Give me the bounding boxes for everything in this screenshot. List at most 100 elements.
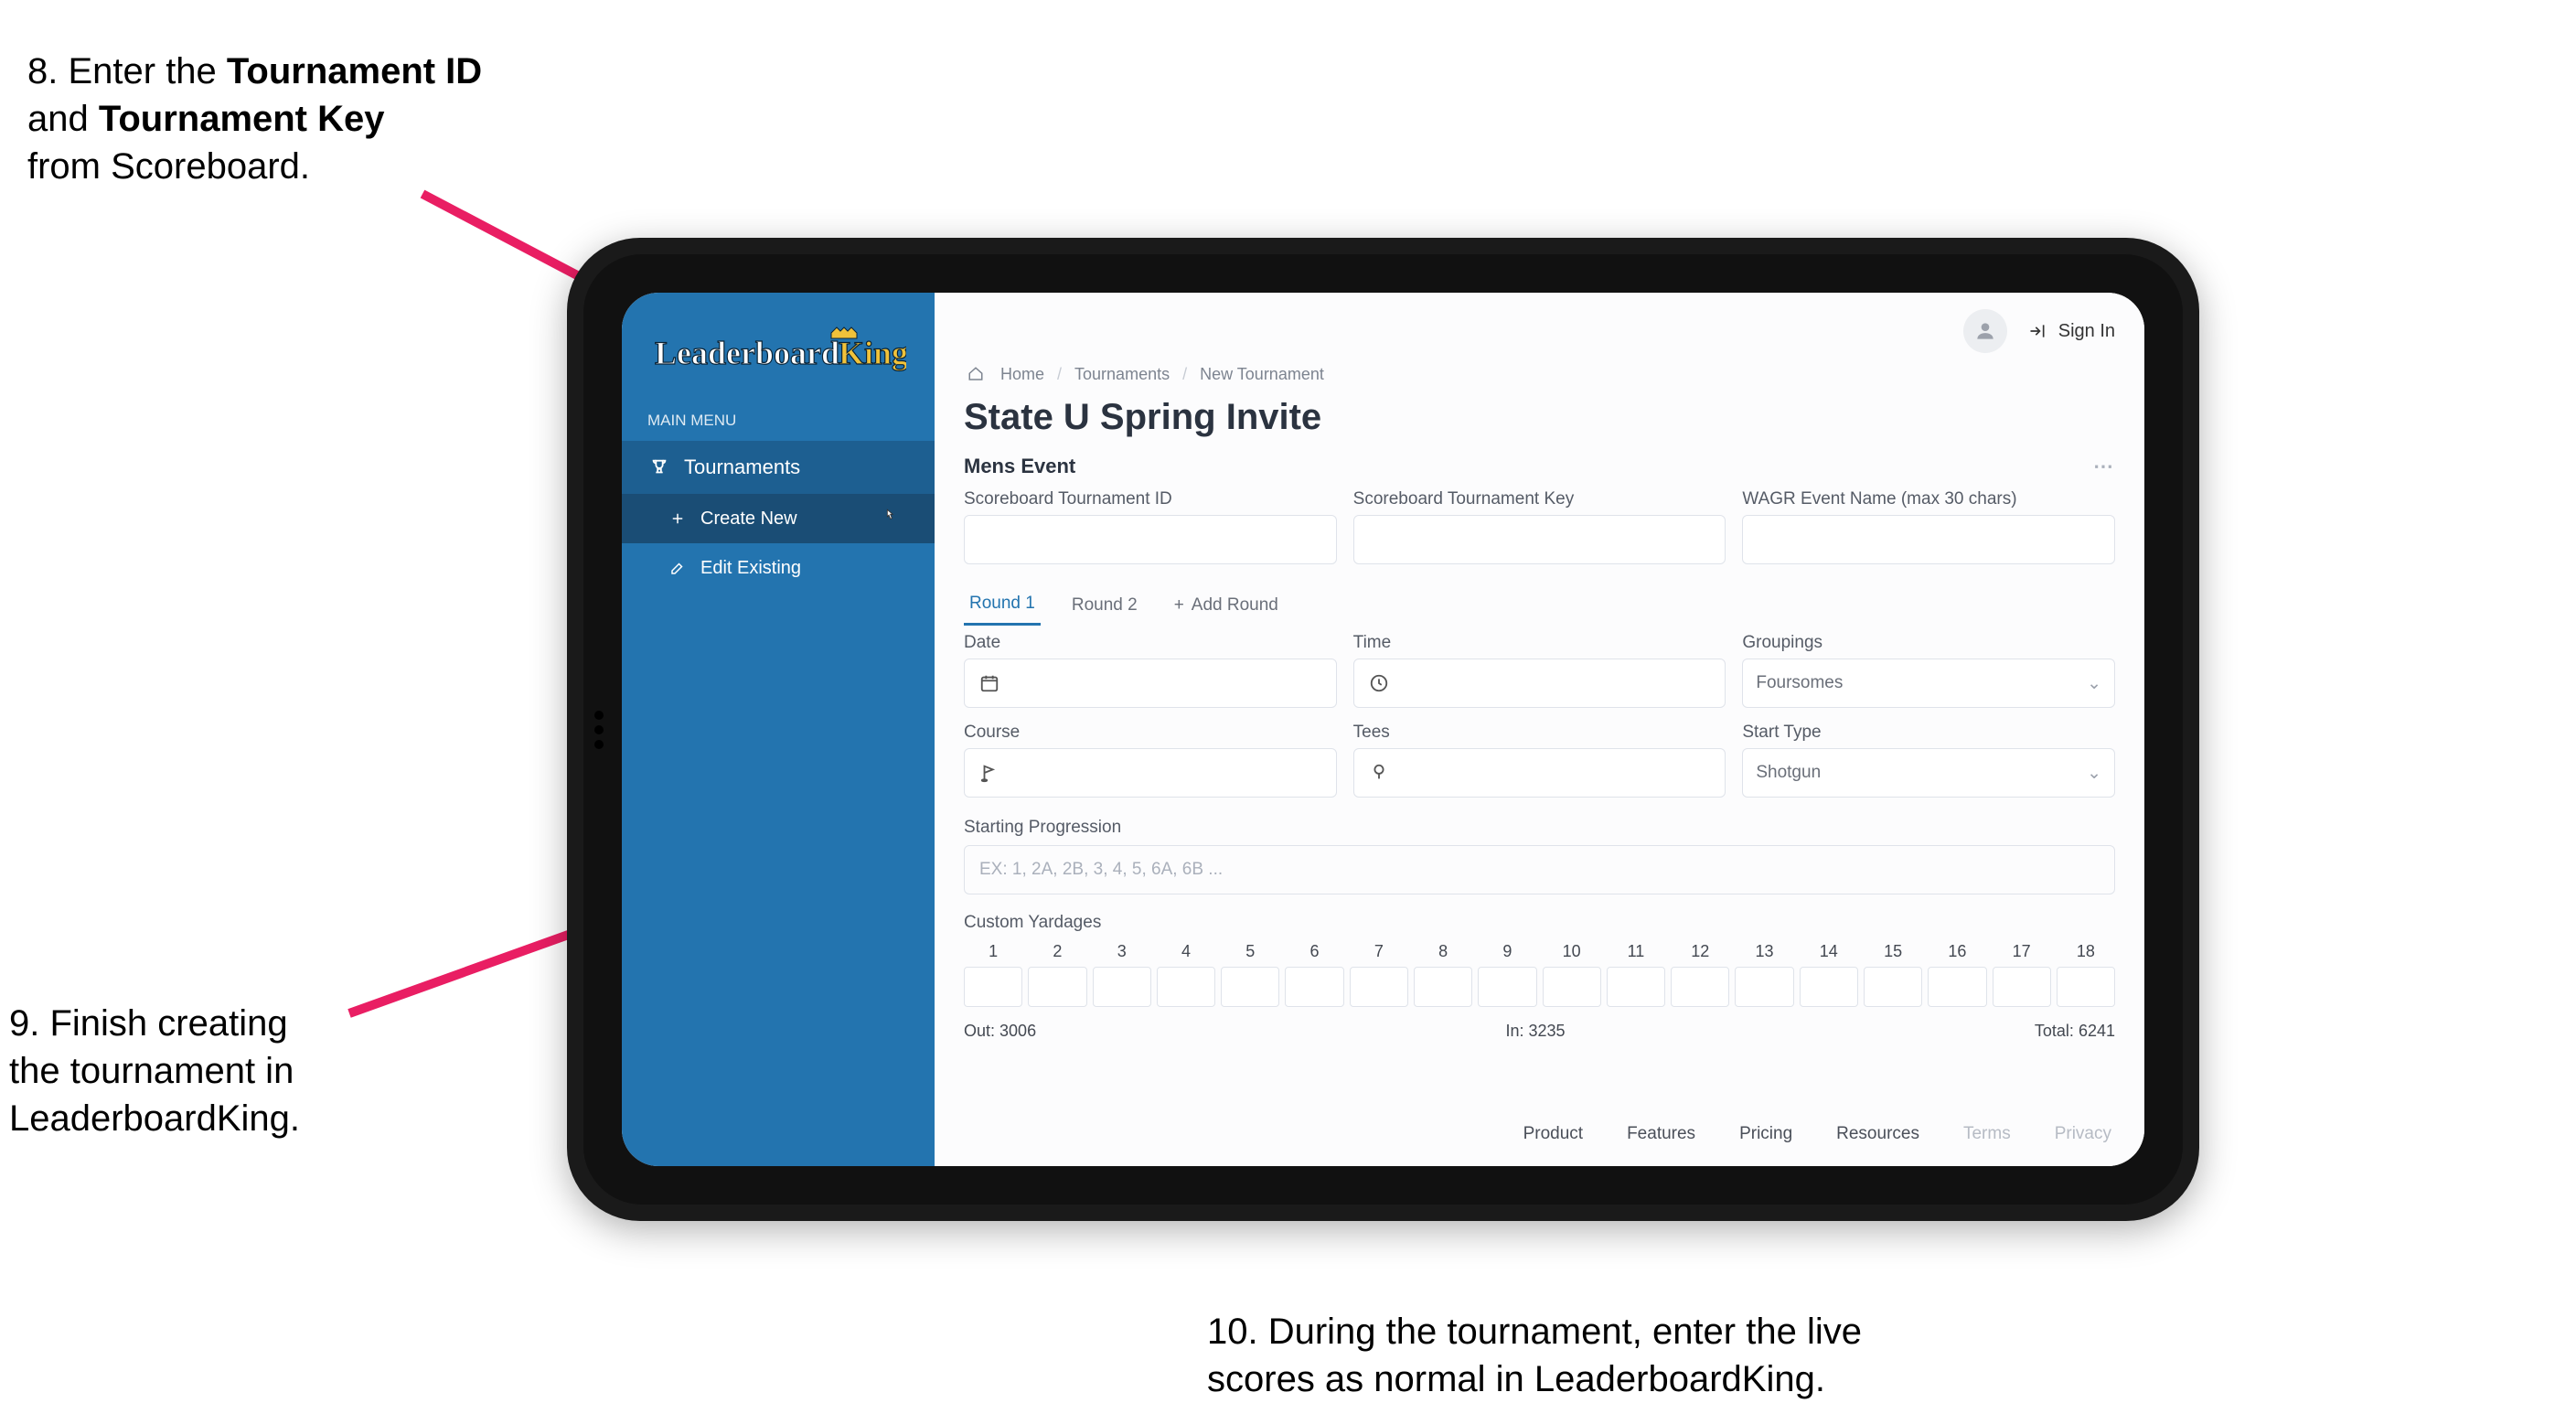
calendar-icon [978,671,1001,695]
yardage-input[interactable] [1735,967,1793,1007]
sidebar: Leaderboard King MAIN MENU Tournaments [622,293,935,1166]
yardage-cell: 3 [1093,942,1151,1007]
yardage-input[interactable] [964,967,1022,1007]
breadcrumb-home[interactable]: Home [1000,365,1044,384]
tab-round-2[interactable]: Round 2 [1066,586,1143,625]
tees-input[interactable] [1353,748,1726,798]
hole-number: 4 [1181,942,1191,961]
tab-round-1[interactable]: Round 1 [964,584,1041,626]
home-icon[interactable] [964,362,988,386]
chevron-down-icon: ⌄ [2087,673,2101,694]
sidebar-menu-label: MAIN MENU [622,404,935,441]
breadcrumb: Home / Tournaments / New Tournament [935,359,2144,393]
date-input[interactable] [964,659,1337,708]
tablet-frame: Leaderboard King MAIN MENU Tournaments [567,238,2199,1221]
starting-progression-label: Starting Progression [964,818,1121,837]
yardage-cell: 9 [1478,942,1536,1007]
annotation-step-10: 10. During the tournament, enter the liv… [1207,1308,1862,1403]
course-input[interactable] [964,748,1337,798]
sb-id-input[interactable] [964,515,1337,564]
yardage-cell: 8 [1414,942,1472,1007]
start-type-select[interactable]: Shotgun ⌄ [1742,748,2115,798]
footer-pricing[interactable]: Pricing [1739,1124,1792,1144]
yardage-cell: 2 [1028,942,1086,1007]
yardage-input[interactable] [1350,967,1408,1007]
yardage-input[interactable] [1928,967,1986,1007]
footer: Product Features Pricing Resources Terms… [935,1102,2144,1166]
wagr-input[interactable] [1742,515,2115,564]
footer-product[interactable]: Product [1523,1124,1583,1144]
sidebar-item-tournaments[interactable]: Tournaments [622,441,935,494]
groupings-select[interactable]: Foursomes ⌄ [1742,659,2115,708]
yardage-input[interactable] [1221,967,1279,1007]
starting-progression-input[interactable]: EX: 1, 2A, 2B, 3, 4, 5, 6A, 6B ... [964,845,2115,894]
tablet-screen: Leaderboard King MAIN MENU Tournaments [622,293,2144,1166]
yardage-cell: 11 [1607,942,1665,1007]
yardage-input[interactable] [1478,967,1536,1007]
hole-number: 6 [1310,942,1320,961]
date-label: Date [964,633,1337,653]
breadcrumb-tournaments[interactable]: Tournaments [1074,365,1170,384]
yardage-cell: 10 [1543,942,1601,1007]
page-title: State U Spring Invite [935,393,2144,447]
yardage-input[interactable] [1285,967,1343,1007]
hole-number: 13 [1756,942,1774,961]
sb-key-label: Scoreboard Tournament Key [1353,489,1726,509]
more-icon[interactable]: ⋯ [2093,455,2115,478]
tee-icon [1367,761,1391,785]
yardage-cell: 4 [1157,942,1215,1007]
yardage-cell: 18 [2057,942,2115,1007]
chevron-down-icon: ⌄ [2087,763,2101,784]
time-label: Time [1353,633,1726,653]
logo: Leaderboard King [622,309,935,404]
plus-icon: + [1174,595,1184,616]
yardage-input[interactable] [1414,967,1472,1007]
tablet-cameras [594,711,604,749]
sidebar-sub-edit-existing[interactable]: Edit Existing [622,543,935,593]
main-content: Sign In Home / Tournaments / New Tournam… [935,293,2144,1166]
yardage-input[interactable] [1028,967,1086,1007]
yardage-cell: 5 [1221,942,1279,1007]
yardage-cell: 6 [1285,942,1343,1007]
yardage-input[interactable] [2057,967,2115,1007]
yardage-input[interactable] [1800,967,1858,1007]
sidebar-sub-label: Create New [700,509,797,530]
start-type-label: Start Type [1742,723,2115,743]
yardage-cell: 14 [1800,942,1858,1007]
signin-icon [2026,319,2049,343]
sidebar-sub-create-new[interactable]: Create New [622,494,935,543]
footer-resources[interactable]: Resources [1836,1124,1919,1144]
yardage-input[interactable] [1864,967,1922,1007]
yardage-input[interactable] [1607,967,1665,1007]
tablet-bezel: Leaderboard King MAIN MENU Tournaments [583,254,2183,1205]
tab-add-round[interactable]: + Add Round [1169,586,1284,625]
yardage-cell: 12 [1671,942,1729,1007]
trophy-icon [647,455,671,479]
sign-in-button[interactable]: Sign In [2026,319,2115,343]
yardage-input[interactable] [1093,967,1151,1007]
yardage-input[interactable] [1543,967,1601,1007]
sb-key-input[interactable] [1353,515,1726,564]
yardage-input[interactable] [1993,967,2051,1007]
yardage-cell: 15 [1864,942,1922,1007]
edit-icon [666,556,689,580]
yardage-cell: 1 [964,942,1022,1007]
yardage-input[interactable] [1671,967,1729,1007]
yardage-input[interactable] [1157,967,1215,1007]
hole-number: 10 [1563,942,1581,961]
footer-terms[interactable]: Terms [1963,1124,2011,1144]
avatar[interactable] [1963,309,2007,353]
annotation-step-9: 9. Finish creating the tournament in Lea… [9,1000,300,1142]
hole-number: 5 [1245,942,1255,961]
course-label: Course [964,723,1337,743]
section-title: Mens Event [964,455,1075,478]
footer-privacy[interactable]: Privacy [2055,1124,2111,1144]
footer-features[interactable]: Features [1627,1124,1695,1144]
hole-number: 2 [1053,942,1062,961]
groupings-label: Groupings [1742,633,2115,653]
time-input[interactable] [1353,659,1726,708]
topbar: Sign In [935,293,2144,359]
flag-icon [978,761,1001,785]
hole-number: 7 [1374,942,1384,961]
clock-icon [1367,671,1391,695]
